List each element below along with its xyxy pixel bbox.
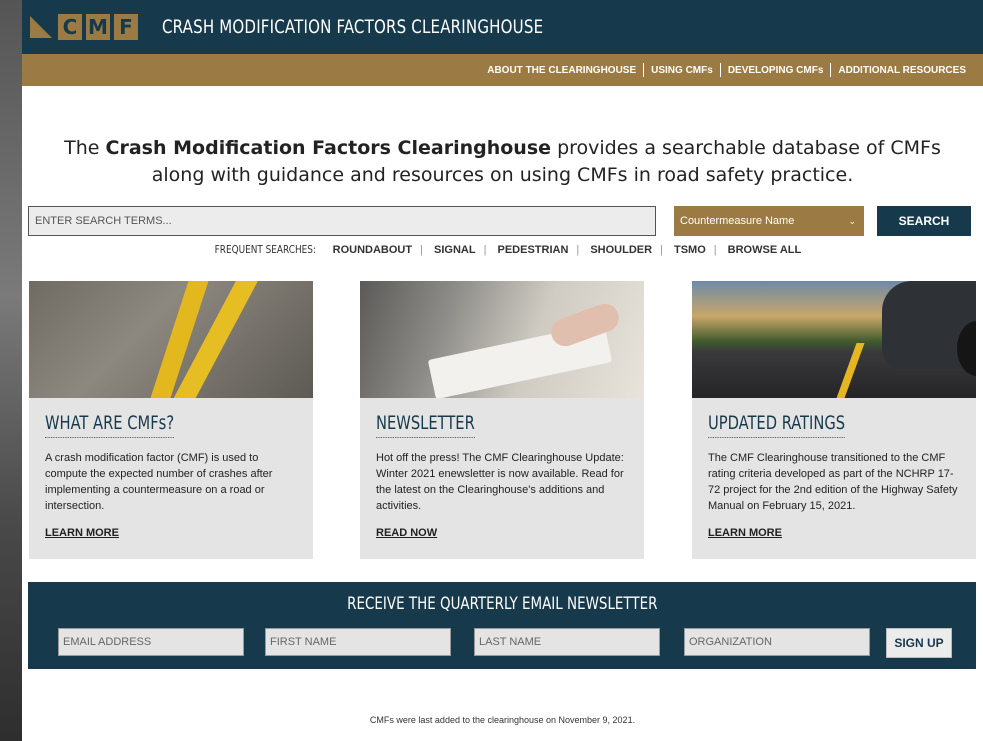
- main-nav: ABOUT THE CLEARINGHOUSE USING CMFs DEVEL…: [22, 54, 983, 86]
- car-road-image: [692, 281, 976, 398]
- last-name-field[interactable]: [474, 628, 660, 656]
- logo-letter-f: F: [114, 14, 138, 40]
- organization-field[interactable]: [684, 628, 870, 656]
- divider: |: [483, 244, 487, 256]
- nav-about[interactable]: ABOUT THE CLEARINGHOUSE: [480, 65, 643, 76]
- frequent-searches: FREQUENT SEARCHES: ROUNDABOUT | SIGNAL | P…: [22, 243, 983, 256]
- email-field[interactable]: [58, 628, 244, 656]
- sign-up-button[interactable]: SIGN UP: [886, 628, 952, 658]
- feature-cards: WHAT ARE CMFs? A crash modification fact…: [22, 281, 983, 559]
- first-name-field[interactable]: [265, 628, 451, 656]
- newsletter-title-text: RECEIVE THE QUARTERLY EMAIL NEWSLETTER: [346, 594, 658, 614]
- frequent-search-tsmo[interactable]: TSMO: [666, 244, 714, 256]
- frequent-searches-label: FREQUENT SEARCHES:: [214, 243, 316, 256]
- nav-additional-resources[interactable]: ADDITIONAL RESOURCES: [831, 65, 973, 76]
- chevron-down-icon: ⌄: [848, 215, 856, 226]
- cmf-logo[interactable]: C M F: [30, 12, 142, 42]
- footer-text: CMFs were last added to the clearinghous…: [369, 715, 636, 725]
- newsletter-image: [360, 281, 644, 398]
- nav-developing-cmfs[interactable]: DEVELOPING CMFs: [721, 65, 831, 76]
- card-newsletter: NEWSLETTER Hot off the press! The CMF Cl…: [360, 281, 644, 559]
- newsletter-title: RECEIVE THE QUARTERLY EMAIL NEWSLETTER: [28, 594, 976, 614]
- card-what-are-cmfs: WHAT ARE CMFs? A crash modification fact…: [29, 281, 313, 559]
- frequent-search-pedestrian[interactable]: PEDESTRIAN: [489, 244, 576, 256]
- road-lines-image: [29, 281, 313, 398]
- hero-line1-suffix: provides a searchable database of CMFs: [551, 137, 941, 159]
- search-button[interactable]: SEARCH: [877, 206, 971, 236]
- divider: |: [420, 244, 423, 256]
- frequent-search-roundabout[interactable]: ROUNDABOUT: [325, 244, 420, 256]
- site-title[interactable]: CRASH MODIFICATION FACTORS CLEARINGHOUSE: [162, 16, 543, 38]
- learn-more-link[interactable]: LEARN MORE: [45, 527, 119, 539]
- card-body: A crash modification factor (CMF) is use…: [45, 452, 273, 512]
- logo-letter-c: C: [58, 14, 82, 40]
- hero-bold: Crash Modification Factors Clearinghouse: [105, 137, 552, 159]
- divider: |: [713, 244, 717, 256]
- divider: |: [660, 244, 663, 256]
- nav-using-cmfs[interactable]: USING CMFs: [644, 65, 720, 76]
- logo-triangle-icon: [30, 16, 52, 38]
- logo-letter-m: M: [86, 14, 110, 40]
- card-body: The CMF Clearinghouse transitioned to th…: [708, 452, 958, 512]
- learn-more-link[interactable]: LEARN MORE: [708, 527, 782, 539]
- frequent-search-shoulder[interactable]: SHOULDER: [582, 244, 660, 256]
- search-field-select[interactable]: Countermeasure Name ⌄: [674, 206, 864, 236]
- hero-prefix: The: [64, 137, 106, 159]
- card-updated-ratings: UPDATED RATINGS The CMF Clearinghouse tr…: [692, 281, 976, 559]
- browse-all-link[interactable]: BROWSE ALL: [720, 244, 810, 256]
- hero-text: The Crash Modification Factors Clearingh…: [22, 135, 983, 189]
- read-now-link[interactable]: READ NOW: [376, 527, 437, 539]
- card-body: Hot off the press! The CMF Clearinghouse…: [376, 452, 624, 512]
- background-edge: [0, 0, 22, 741]
- header-bar: C M F CRASH MODIFICATION FACTORS CLEARIN…: [22, 0, 983, 54]
- search-input[interactable]: [28, 206, 656, 236]
- newsletter-signup: RECEIVE THE QUARTERLY EMAIL NEWSLETTER S…: [28, 582, 976, 669]
- card-title: UPDATED RATINGS: [708, 412, 846, 438]
- frequent-search-signal[interactable]: SIGNAL: [426, 244, 484, 256]
- card-title: NEWSLETTER: [376, 412, 475, 438]
- select-value: Countermeasure Name: [680, 215, 795, 227]
- search-bar: Countermeasure Name ⌄ SEARCH FREQUENT SE…: [22, 205, 983, 256]
- hero-line2: along with guidance and resources on usi…: [151, 164, 854, 186]
- card-title: WHAT ARE CMFs?: [45, 412, 175, 438]
- divider: |: [576, 244, 580, 256]
- page: C M F CRASH MODIFICATION FACTORS CLEARIN…: [22, 0, 983, 741]
- road-stripe: [827, 343, 865, 398]
